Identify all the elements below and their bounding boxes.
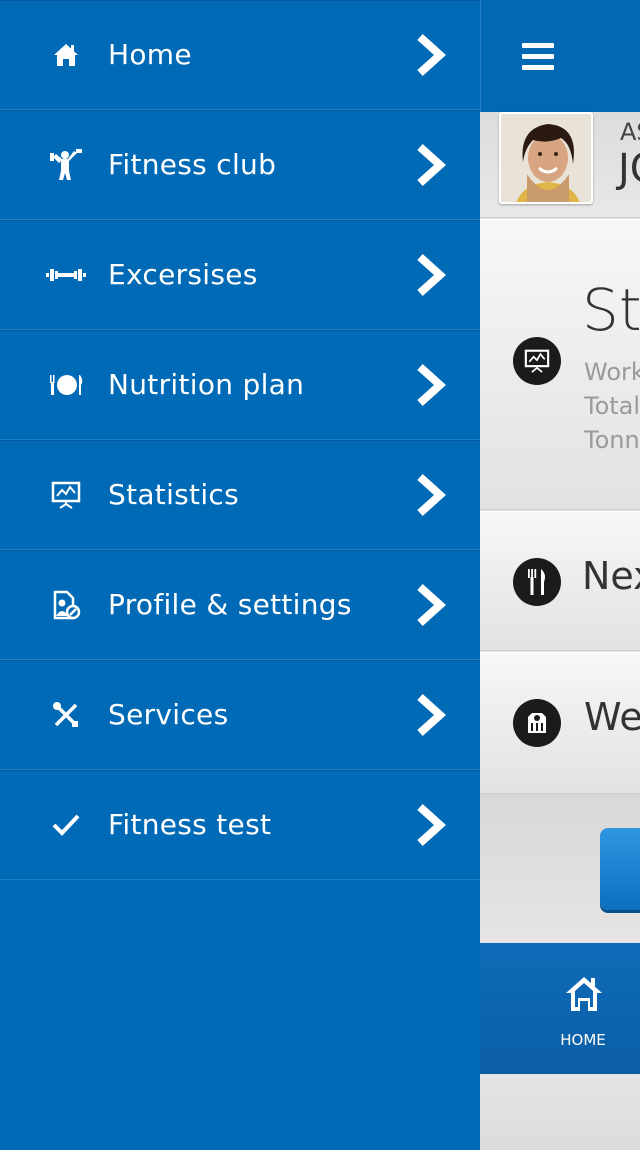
menu-item-label: Profile & settings	[108, 587, 352, 621]
menu-item-label: Fitness test	[108, 807, 272, 841]
menu-item-statistics[interactable]: Statistics	[0, 440, 480, 550]
statistics-title: Sta	[582, 276, 640, 344]
primary-action-button[interactable]	[600, 828, 640, 910]
menu-item-fitness-club[interactable]: Fitness club	[0, 110, 480, 220]
top-bar	[480, 0, 640, 112]
chevron-right-icon	[417, 253, 446, 296]
fork-knife-icon	[513, 558, 561, 606]
main-content: AS JO Sta Work Total Tonn Nex We HOME	[480, 0, 640, 1150]
profile-header: AS JO	[480, 112, 640, 218]
dumbbell-icon	[46, 255, 86, 295]
scale-icon	[513, 699, 561, 747]
menu-item-nutrition-plan[interactable]: Nutrition plan	[0, 330, 480, 440]
chevron-right-icon	[417, 33, 446, 76]
chevron-right-icon	[417, 473, 446, 516]
menu-item-label: Home	[108, 37, 192, 71]
stat-line-workouts: Work	[584, 358, 640, 386]
tab-bar: HOME	[480, 943, 640, 1074]
tab-home[interactable]: HOME	[540, 943, 626, 1074]
fitness-club-icon	[46, 145, 86, 185]
profile-name-last: JO	[618, 146, 640, 192]
avatar[interactable]	[499, 112, 593, 204]
chevron-right-icon	[417, 363, 446, 406]
content-below-tabbar	[480, 1074, 640, 1150]
statistics-icon	[46, 475, 86, 515]
menu-item-exercises[interactable]: Excersises	[0, 220, 480, 330]
next-card[interactable]: Nex	[480, 511, 640, 651]
side-menu: Home Fitness club Excersises Nutrition p…	[0, 0, 480, 1150]
checkmark-icon	[46, 805, 86, 845]
menu-item-label: Fitness club	[108, 147, 277, 181]
tools-icon	[46, 695, 86, 735]
menu-item-label: Nutrition plan	[108, 367, 305, 401]
chevron-right-icon	[417, 803, 446, 846]
stat-line-tonnage: Tonn	[584, 426, 640, 454]
profile-settings-icon	[46, 585, 86, 625]
menu-item-label: Statistics	[108, 477, 239, 511]
next-label: Nex	[582, 554, 640, 598]
home-icon	[566, 977, 602, 1011]
menu-item-fitness-test[interactable]: Fitness test	[0, 770, 480, 880]
tab-home-label: HOME	[560, 1031, 606, 1049]
menu-item-home[interactable]: Home	[0, 0, 480, 110]
chevron-right-icon	[417, 143, 446, 186]
menu-item-services[interactable]: Services	[0, 660, 480, 770]
action-area	[480, 794, 640, 942]
menu-toggle-icon[interactable]	[522, 43, 554, 73]
statistics-icon	[513, 337, 561, 385]
menu-item-label: Excersises	[108, 257, 258, 291]
chevron-right-icon	[417, 583, 446, 626]
plate-icon	[46, 365, 86, 405]
home-icon	[46, 35, 86, 75]
profile-name-first: AS	[620, 118, 640, 146]
chevron-right-icon	[417, 693, 446, 736]
statistics-card[interactable]: Sta Work Total Tonn	[480, 219, 640, 510]
weight-label: We	[584, 695, 640, 739]
weight-card[interactable]: We	[480, 652, 640, 794]
stat-line-total: Total	[584, 392, 640, 420]
menu-item-label: Services	[108, 697, 229, 731]
menu-item-profile-settings[interactable]: Profile & settings	[0, 550, 480, 660]
